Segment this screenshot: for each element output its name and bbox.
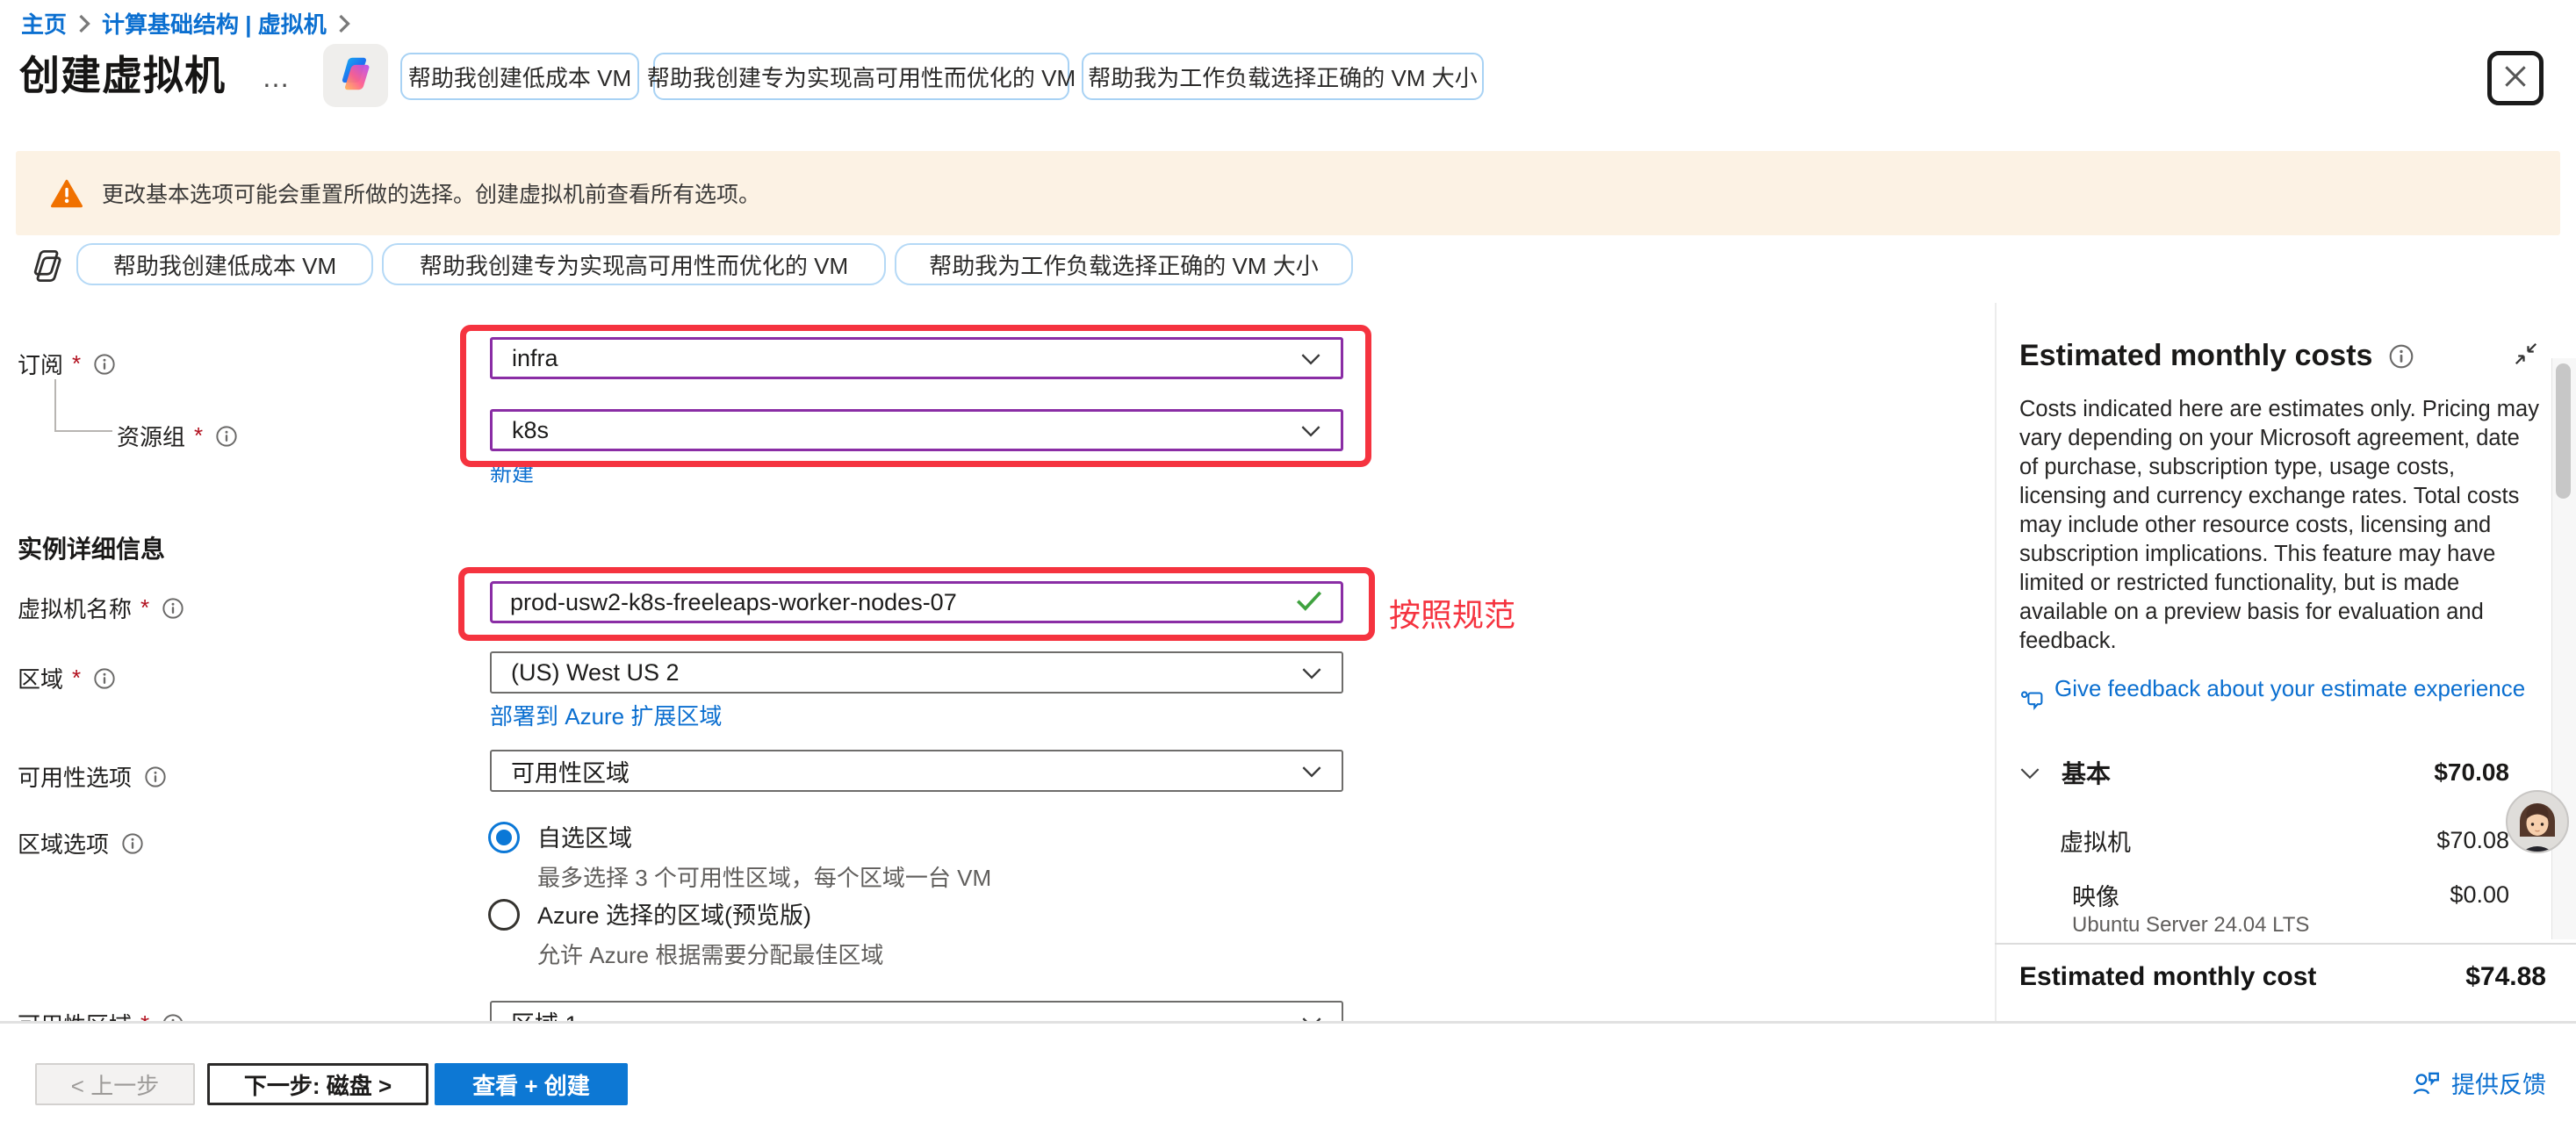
warning-icon bbox=[51, 179, 83, 208]
info-icon[interactable] bbox=[93, 353, 116, 376]
availability-options-label: 可用性选项 bbox=[18, 760, 167, 793]
radio-description: 最多选择 3 个可用性区域，每个区域一台 VM bbox=[537, 860, 991, 893]
cost-total-value: $74.88 bbox=[2465, 962, 2546, 992]
resource-group-label: 资源组* bbox=[117, 420, 238, 452]
suggestion-high-availability[interactable]: 帮助我创建专为实现高可用性而优化的 VM bbox=[382, 243, 886, 285]
chevron-right-icon bbox=[337, 13, 351, 34]
deploy-extended-zone-link[interactable]: 部署到 Azure 扩展区域 bbox=[490, 699, 722, 731]
suggestion-low-cost[interactable]: 帮助我创建低成本 VM bbox=[76, 243, 373, 285]
panel-divider bbox=[1995, 303, 1997, 1021]
copilot-icon bbox=[335, 54, 376, 98]
create-new-resource-group-link[interactable]: 新建 bbox=[490, 456, 534, 488]
radio-description: 允许 Azure 根据需要分配最佳区域 bbox=[537, 938, 883, 970]
cost-value: $0.00 bbox=[2450, 881, 2509, 909]
previous-button[interactable]: < 上一步 bbox=[35, 1063, 195, 1105]
estimate-feedback-link[interactable]: Give feedback about your estimate experi… bbox=[2019, 674, 2529, 713]
chevron-down-icon bbox=[1301, 659, 1322, 687]
breadcrumb-virtual-machines[interactable]: 计算基础结构 | 虚拟机 bbox=[102, 7, 327, 40]
radio-unselected[interactable] bbox=[488, 899, 520, 931]
breadcrumb-home[interactable]: 主页 bbox=[21, 7, 67, 40]
info-icon[interactable] bbox=[93, 667, 116, 690]
close-button[interactable] bbox=[2487, 51, 2544, 105]
info-icon[interactable] bbox=[215, 425, 238, 448]
cost-group-basic[interactable]: 基本 $70.08 bbox=[2019, 755, 2509, 790]
scrollbar-thumb[interactable] bbox=[2556, 363, 2571, 499]
divider bbox=[1995, 943, 2576, 945]
cost-value: $70.08 bbox=[2434, 758, 2509, 787]
info-icon[interactable] bbox=[144, 766, 167, 788]
radio-label[interactable]: Azure 选择的区域(预览版) bbox=[537, 899, 883, 932]
cost-item-image-sub: Ubuntu Server 24.04 LTS bbox=[2072, 913, 2309, 938]
field-connector-line bbox=[54, 379, 112, 432]
feedback-link[interactable]: 提供反馈 bbox=[2411, 1066, 2546, 1100]
cost-value: $70.08 bbox=[2436, 827, 2509, 854]
chevron-down-icon bbox=[1300, 417, 1321, 444]
copilot-suggestion-low-cost[interactable]: 帮助我创建低成本 VM bbox=[400, 53, 639, 100]
resource-group-dropdown[interactable]: k8s bbox=[490, 409, 1343, 451]
info-icon[interactable] bbox=[2388, 343, 2414, 370]
radio-label[interactable]: 自选区域 bbox=[537, 822, 991, 855]
zone-options-label: 区域选项 bbox=[18, 827, 144, 859]
suggestion-vm-size[interactable]: 帮助我为工作负载选择正确的 VM 大小 bbox=[895, 243, 1353, 285]
create-vm-page: 主页 计算基础结构 | 虚拟机 创建虚拟机 … 帮助我创建低成本 VM 帮助我创… bbox=[0, 0, 2576, 1143]
region-label: 区域* bbox=[18, 662, 116, 694]
cost-total-row: Estimated monthly cost $74.88 bbox=[2019, 962, 2546, 992]
vm-name-label: 虚拟机名称* bbox=[18, 592, 184, 624]
close-icon bbox=[2501, 62, 2529, 95]
cost-item-vm: 虚拟机 $70.08 bbox=[2019, 823, 2509, 858]
footer-bar: < 上一步 下一步: 磁盘 > 查看 + 创建 提供反馈 bbox=[0, 1021, 2576, 1143]
cost-item-image: 映像 $0.00 bbox=[2019, 878, 2509, 912]
copilot-suggestion-vm-size[interactable]: 帮助我为工作负载选择正确的 VM 大小 bbox=[1082, 53, 1484, 100]
subscription-label: 订阅* bbox=[18, 348, 116, 380]
chevron-down-icon bbox=[1301, 758, 1322, 785]
page-title: 创建虚拟机 bbox=[19, 44, 226, 102]
cost-disclaimer: Costs indicated here are estimates only.… bbox=[2019, 395, 2539, 656]
copilot-button[interactable] bbox=[323, 44, 388, 107]
more-options-button[interactable]: … bbox=[262, 61, 291, 94]
vm-name-field bbox=[490, 581, 1343, 623]
valid-check-icon bbox=[1295, 590, 1323, 615]
chevron-down-icon bbox=[1300, 345, 1321, 372]
chevron-right-icon bbox=[77, 13, 91, 34]
review-create-button[interactable]: 查看 + 创建 bbox=[435, 1063, 628, 1105]
breadcrumb: 主页 计算基础结构 | 虚拟机 bbox=[21, 7, 351, 40]
info-icon[interactable] bbox=[162, 597, 184, 620]
section-instance-details: 实例详细信息 bbox=[18, 530, 165, 565]
subscription-dropdown[interactable]: infra bbox=[490, 337, 1343, 379]
region-dropdown[interactable]: (US) West US 2 bbox=[490, 651, 1343, 694]
avatar[interactable] bbox=[2505, 789, 2570, 854]
copilot-outline-icon bbox=[28, 248, 67, 289]
person-feedback-icon bbox=[2411, 1070, 2441, 1096]
annotation-note: 按照规范 bbox=[1389, 590, 1515, 636]
availability-options-dropdown[interactable]: 可用性区域 bbox=[490, 750, 1343, 792]
feedback-bubble-icon bbox=[2019, 687, 2046, 713]
warning-text: 更改基本选项可能会重置所做的选择。创建虚拟机前查看所有选项。 bbox=[102, 177, 760, 209]
info-icon[interactable] bbox=[121, 832, 144, 855]
vm-name-input[interactable] bbox=[510, 589, 1295, 616]
cost-panel-title: Estimated monthly costs bbox=[2019, 339, 2372, 373]
copilot-suggestion-high-availability[interactable]: 帮助我创建专为实现高可用性而优化的 VM bbox=[653, 53, 1069, 100]
warning-banner: 更改基本选项可能会重置所做的选择。创建虚拟机前查看所有选项。 bbox=[16, 151, 2560, 235]
collapse-panel-icon[interactable] bbox=[2513, 341, 2539, 371]
radio-selected[interactable] bbox=[488, 822, 520, 853]
zone-option-self-select: 自选区域 最多选择 3 个可用性区域，每个区域一台 VM bbox=[488, 822, 991, 893]
chevron-down-icon bbox=[2019, 758, 2040, 787]
zone-option-azure-select: Azure 选择的区域(预览版) 允许 Azure 根据需要分配最佳区域 bbox=[488, 899, 883, 970]
next-disks-button[interactable]: 下一步: 磁盘 > bbox=[207, 1063, 428, 1105]
